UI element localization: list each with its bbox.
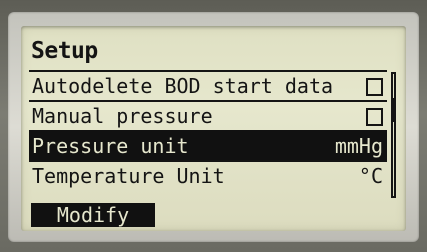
menu-item-autodelete-bod-start-data[interactable]: Autodelete BOD start data <box>29 70 387 100</box>
menu-item-label: Autodelete BOD start data <box>32 74 334 98</box>
menu-item-pressure-unit[interactable]: Pressure unit mmHg <box>29 130 387 160</box>
modify-softkey[interactable]: Modify <box>31 203 155 227</box>
menu-item-label: Pressure unit <box>32 134 189 158</box>
temperature-unit-value: °C <box>358 164 383 188</box>
manual-pressure-checkbox[interactable] <box>366 108 383 126</box>
pressure-unit-value: mmHg <box>334 134 383 158</box>
menu-scrollbar[interactable] <box>391 72 396 198</box>
lcd-screen: Setup Autodelete BOD start data Manual p… <box>21 26 406 231</box>
screen-title: Setup <box>31 38 98 64</box>
menu-item-label: Manual pressure <box>32 104 213 128</box>
menu-item-manual-pressure[interactable]: Manual pressure <box>29 100 387 130</box>
device-body: Setup Autodelete BOD start data Manual p… <box>0 0 427 252</box>
menu-item-temperature-unit[interactable]: Temperature Unit °C <box>29 160 387 190</box>
setup-menu: Autodelete BOD start data Manual pressur… <box>29 70 387 198</box>
scrollbar-thumb[interactable] <box>393 98 394 122</box>
menu-item-label: Temperature Unit <box>32 164 225 188</box>
autodelete-checkbox[interactable] <box>366 78 383 96</box>
